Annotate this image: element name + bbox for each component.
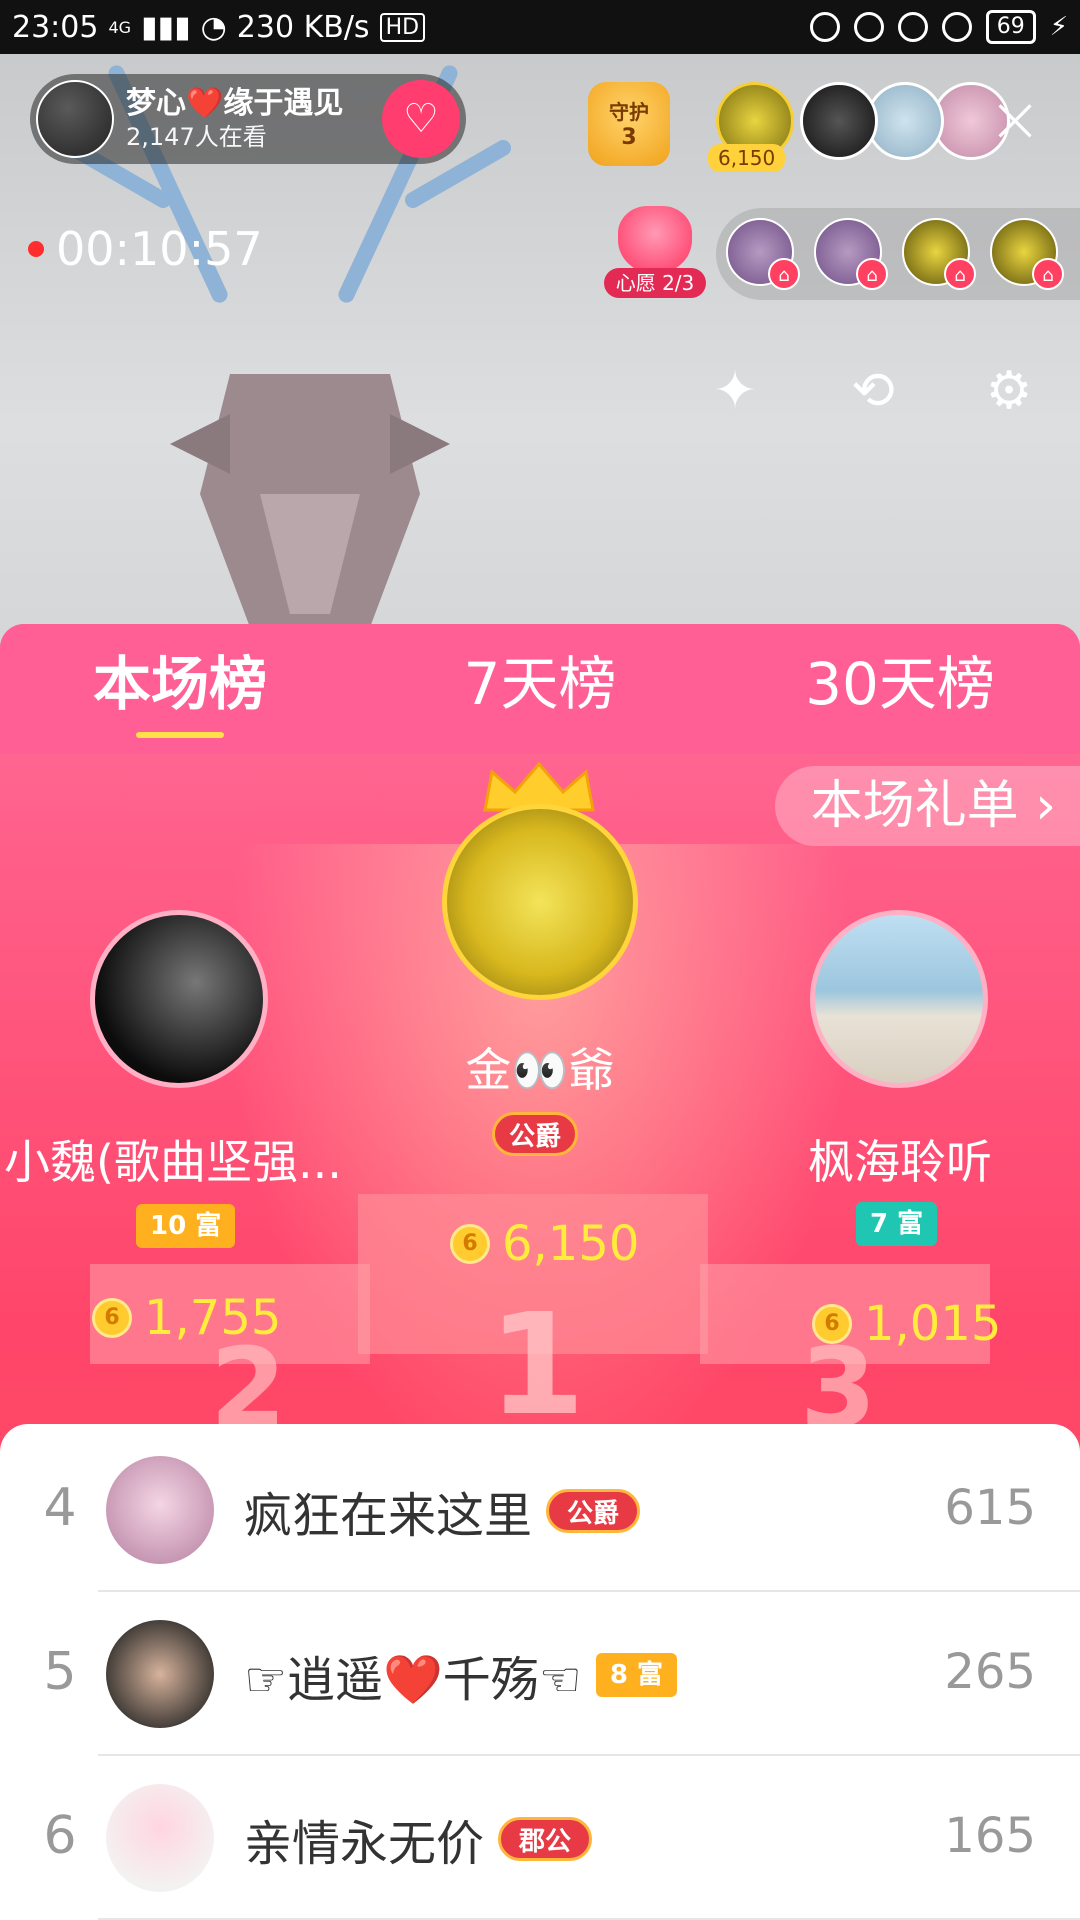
gear-icon: ⚙ bbox=[985, 361, 1033, 421]
guest-seat[interactable]: ⌂ bbox=[726, 218, 800, 290]
first-place-coins: 6 6,150 bbox=[450, 1216, 639, 1272]
headphones-icon bbox=[941, 12, 972, 42]
guard-badge[interactable]: 守护 3 bbox=[588, 82, 670, 166]
avatar[interactable] bbox=[106, 1620, 214, 1728]
contribution-value: 265 bbox=[944, 1644, 1036, 1700]
first-place-noble-badge: 公爵 bbox=[492, 1112, 579, 1156]
contribution-value: 615 bbox=[944, 1480, 1036, 1536]
coin-icon: 6 bbox=[812, 1304, 852, 1344]
host-info-pill[interactable]: 梦心❤️缘于遇见 2,147人在看 ♡ bbox=[30, 74, 466, 164]
rich-badge: 8 富 bbox=[595, 1653, 677, 1697]
live-dot-icon bbox=[28, 241, 44, 257]
leaderboard-tabs: 本场榜 7天榜 30天榜 bbox=[0, 624, 1080, 754]
switch-camera-button[interactable]: ⟲ bbox=[838, 356, 908, 426]
first-place-avatar[interactable] bbox=[442, 804, 638, 1000]
mute-icon bbox=[809, 12, 840, 42]
heart-icon bbox=[618, 206, 692, 274]
contribution-value: 165 bbox=[944, 1808, 1036, 1864]
seat-icon: ⌂ bbox=[1032, 258, 1064, 290]
guest-seat[interactable]: ⌂ bbox=[902, 218, 976, 290]
rank-number: 4 bbox=[43, 1478, 77, 1538]
list-item-name-group: 亲情永无价 郡公 bbox=[244, 1804, 593, 1874]
gift-list-link[interactable]: 本场礼单 › bbox=[774, 766, 1080, 846]
third-place-name: 枫海聆听 bbox=[808, 1135, 992, 1189]
noble-badge: 公爵 bbox=[546, 1489, 641, 1533]
tab-7-days[interactable]: 7天榜 bbox=[360, 624, 720, 754]
guest-seats: ⌂ ⌂ ⌂ ⌂ bbox=[716, 208, 1080, 300]
list-item[interactable]: 4 疯狂在来这里 公爵 615 bbox=[0, 1428, 1080, 1592]
wish-badge[interactable]: 心愿 2/3 bbox=[604, 206, 706, 298]
tab-current-session[interactable]: 本场榜 bbox=[0, 624, 360, 754]
clock: 23:05 bbox=[12, 9, 99, 45]
avatar[interactable] bbox=[106, 1784, 214, 1892]
first-place-coin-value: 6,150 bbox=[502, 1216, 640, 1272]
settings-button[interactable]: ⚙ bbox=[974, 356, 1044, 426]
podium-number-first: 1 bbox=[488, 1284, 586, 1447]
coin-icon: 6 bbox=[92, 1298, 132, 1338]
second-place-rich-badge: 10 富 bbox=[136, 1204, 236, 1248]
avatar[interactable] bbox=[106, 1456, 214, 1564]
wish-label: 心愿 2/3 bbox=[604, 268, 706, 298]
live-timer: 00:10:57 bbox=[28, 222, 263, 276]
third-place-avatar[interactable] bbox=[810, 910, 988, 1088]
heart-plus-icon: ♡ bbox=[403, 96, 439, 142]
tab-30-days[interactable]: 30天榜 bbox=[720, 624, 1080, 754]
second-place-avatar[interactable] bbox=[90, 910, 268, 1088]
close-button[interactable]: × bbox=[985, 88, 1045, 152]
second-place-coins: 6 1,755 bbox=[92, 1290, 281, 1346]
host-avatar[interactable] bbox=[36, 80, 114, 158]
user-name: 亲情永无价 bbox=[244, 1816, 485, 1872]
beauty-button[interactable]: ✦ bbox=[700, 356, 770, 426]
deer-head-decor bbox=[170, 374, 450, 654]
guest-seat[interactable]: ⌂ bbox=[814, 218, 888, 290]
list-item-name-group: 疯狂在来这里 公爵 bbox=[244, 1476, 641, 1546]
coin-icon: 6 bbox=[450, 1224, 490, 1264]
alarm-icon bbox=[897, 12, 928, 42]
seat-icon: ⌂ bbox=[944, 258, 976, 290]
camera-switch-icon: ⟲ bbox=[851, 361, 895, 421]
second-place-coin-value: 1,755 bbox=[144, 1290, 282, 1346]
follow-button[interactable]: ♡ bbox=[382, 80, 460, 158]
host-name: 梦心❤️缘于遇见 bbox=[126, 86, 344, 121]
magic-wand-icon: ✦ bbox=[713, 361, 757, 421]
seat-icon: ⌂ bbox=[768, 258, 800, 290]
network-label: 4G bbox=[108, 17, 132, 37]
contributor-avatar[interactable] bbox=[800, 82, 878, 160]
second-place-name: 小魏(歌曲坚强... bbox=[4, 1135, 342, 1189]
rank-number: 6 bbox=[43, 1806, 77, 1866]
first-place-name: 金👀爺 bbox=[465, 1043, 615, 1097]
top-contributor-coins: 6,150 bbox=[708, 144, 786, 172]
user-name: ☞逍遥❤️千殇☜ bbox=[244, 1652, 582, 1708]
list-item-name-group: ☞逍遥❤️千殇☜ 8 富 bbox=[244, 1640, 677, 1710]
ranking-list: 4 疯狂在来这里 公爵 615 5 ☞逍遥❤️千殇☜ 8 富 265 6 亲情永… bbox=[0, 1424, 1080, 1920]
wifi-icon: ◔ bbox=[200, 9, 227, 45]
list-item[interactable]: 6 亲情永无价 郡公 165 bbox=[0, 1756, 1080, 1920]
seat-icon: ⌂ bbox=[856, 258, 888, 290]
battery-indicator: 69 bbox=[985, 10, 1036, 44]
rank-number: 5 bbox=[43, 1642, 77, 1702]
network-speed: 230 KB/s bbox=[236, 9, 370, 45]
guest-seat[interactable]: ⌂ bbox=[990, 218, 1064, 290]
third-place-coins: 6 1,015 bbox=[812, 1296, 1001, 1352]
live-duration: 00:10:57 bbox=[56, 222, 263, 276]
status-bar: 23:05 4G ▮▮▮ ◔ 230 KB/s HD 69 ⚡ bbox=[0, 0, 1080, 54]
signal-icon: ▮▮▮ bbox=[141, 9, 191, 45]
lock-rotation-icon bbox=[853, 12, 884, 42]
list-item[interactable]: 5 ☞逍遥❤️千殇☜ 8 富 265 bbox=[0, 1592, 1080, 1756]
third-place-rich-badge: 7 富 bbox=[856, 1202, 938, 1246]
noble-badge: 郡公 bbox=[498, 1817, 593, 1861]
guard-count: 3 bbox=[621, 125, 637, 150]
guard-label: 守护 bbox=[609, 100, 649, 124]
third-place-coin-value: 1,015 bbox=[864, 1296, 1002, 1352]
viewer-count: 2,147人在看 bbox=[126, 123, 267, 151]
user-name: 疯狂在来这里 bbox=[244, 1488, 533, 1544]
charging-icon: ⚡ bbox=[1049, 12, 1068, 42]
hd-label: HD bbox=[379, 12, 426, 42]
